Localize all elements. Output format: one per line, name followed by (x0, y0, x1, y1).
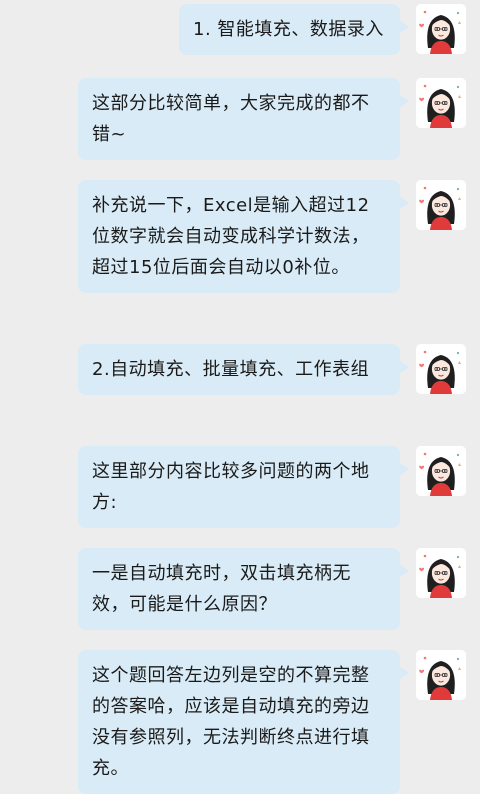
cartoon-girl-drawing (416, 446, 466, 496)
user-avatar-icon[interactable] (416, 548, 466, 598)
user-avatar-icon[interactable] (416, 446, 466, 496)
user-avatar-icon[interactable] (416, 4, 466, 54)
message-bubble[interactable]: 这里部分内容比较多问题的两个地方: (78, 446, 409, 528)
user-avatar-icon[interactable] (416, 180, 466, 230)
chat-message-list: 1. 智能填充、数据录入 这部分比较简单，大家完成的都不错~ 补充说一下，Exc… (0, 0, 480, 794)
cartoon-girl-drawing (416, 4, 466, 54)
cartoon-girl-drawing (416, 78, 466, 128)
message-bubble[interactable]: 这个题回答左边列是空的不算完整的答案哈，应该是自动填充的旁边没有参照列，无法判断… (78, 650, 409, 794)
cartoon-girl-drawing (416, 344, 466, 394)
user-avatar-icon[interactable] (416, 78, 466, 128)
message-bubble[interactable]: 补充说一下，Excel是输入超过12位数字就会自动变成科学计数法，超过15位后面… (78, 180, 409, 293)
user-avatar-icon[interactable] (416, 344, 466, 394)
message-bubble[interactable]: 一是自动填充时，双击填充柄无效，可能是什么原因？ (78, 548, 409, 630)
message-bubble[interactable]: 2.自动填充、批量填充、工作表组 (78, 344, 409, 395)
cartoon-girl-drawing (416, 548, 466, 598)
user-avatar-icon[interactable] (416, 650, 466, 700)
cartoon-girl-drawing (416, 650, 466, 700)
message-bubble[interactable]: 这部分比较简单，大家完成的都不错~ (78, 78, 409, 160)
message-bubble[interactable]: 1. 智能填充、数据录入 (179, 4, 409, 55)
cartoon-girl-drawing (416, 180, 466, 230)
